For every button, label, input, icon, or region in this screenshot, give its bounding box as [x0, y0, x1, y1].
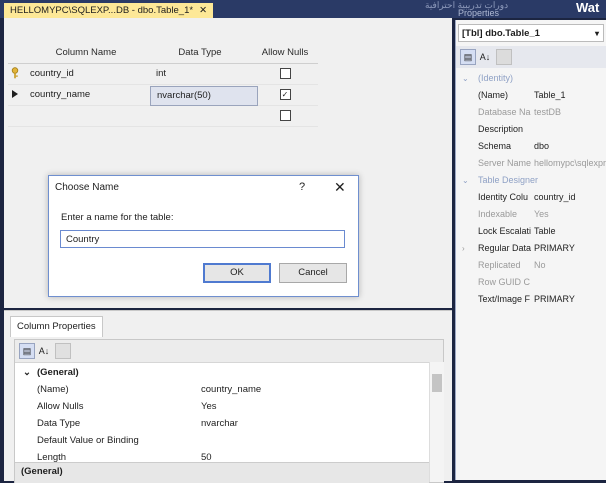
property-row[interactable]: Lock Escalati Table: [456, 223, 606, 240]
property-pages-icon[interactable]: [55, 343, 71, 359]
collapse-chevron-icon[interactable]: ⌄: [462, 70, 469, 87]
column-name-cell[interactable]: [24, 106, 154, 126]
dropdown-arrow-icon[interactable]: ▾: [595, 25, 599, 43]
current-row-arrow-icon: [8, 85, 22, 105]
document-tab-label: HELLOMYPC\SQLEXP...DB - dbo.Table_1*: [10, 5, 194, 16]
collapse-chevron-icon[interactable]: ⌄: [462, 172, 469, 189]
allow-nulls-cell[interactable]: [252, 64, 318, 84]
property-row[interactable]: Data Type nvarchar: [15, 415, 429, 432]
primary-key-icon: [8, 64, 22, 84]
sort-alphabetical-icon[interactable]: A↓: [36, 343, 52, 359]
data-type-cell[interactable]: nvarchar(50): [150, 86, 258, 106]
expand-chevron-icon[interactable]: ›: [462, 240, 465, 257]
allow-nulls-checkbox[interactable]: ✓: [279, 88, 291, 100]
properties-toolbar: ▤ A↓: [15, 340, 443, 363]
cancel-button[interactable]: Cancel: [279, 263, 347, 283]
table-name-label: Enter a name for the table:: [61, 212, 174, 223]
categorized-icon[interactable]: ▤: [460, 49, 476, 65]
table-name-input[interactable]: Country: [60, 230, 345, 248]
header-allow-nulls[interactable]: Allow Nulls: [252, 43, 318, 63]
dialog-title: Choose Name: [55, 182, 119, 193]
property-row[interactable]: Database Na testDB: [456, 104, 606, 121]
properties-tab[interactable]: Properties: [458, 8, 499, 18]
close-icon[interactable]: ✕: [334, 179, 346, 196]
property-row[interactable]: › Regular Data PRIMARY: [456, 240, 606, 257]
table-row[interactable]: country_id int: [8, 64, 318, 85]
choose-name-dialog: Choose Name ? ✕ Enter a name for the tab…: [48, 175, 359, 297]
property-pages-icon[interactable]: [496, 49, 512, 65]
table-row[interactable]: [8, 106, 318, 127]
help-icon[interactable]: ?: [299, 181, 305, 193]
header-data-type[interactable]: Data Type: [150, 43, 250, 63]
object-selector[interactable]: [Tbl] dbo.Table_1 ▾: [458, 24, 604, 42]
property-row[interactable]: (Name) Table_1: [456, 87, 606, 104]
property-row[interactable]: Server Name hellomypc\sqlexpr: [456, 155, 606, 172]
property-row[interactable]: Replicated No: [456, 257, 606, 274]
header-column-name[interactable]: Column Name: [24, 43, 148, 63]
property-row[interactable]: Row GUID C: [456, 274, 606, 291]
property-row[interactable]: Description: [456, 121, 606, 138]
data-type-cell[interactable]: int: [150, 64, 256, 84]
property-row[interactable]: Text/Image F PRIMARY: [456, 291, 606, 308]
properties-panel-toolbar: ▤ A↓: [456, 46, 606, 68]
allow-nulls-cell[interactable]: [252, 106, 318, 126]
column-properties-grid: ▤ A↓ ⌄ (General) (Name) country_name Allo…: [14, 339, 444, 483]
data-type-cell[interactable]: [150, 106, 256, 126]
collapse-chevron-icon[interactable]: ⌄: [23, 364, 31, 381]
column-properties-tab[interactable]: Column Properties: [10, 316, 103, 337]
sort-alphabetical-icon[interactable]: A↓: [477, 49, 493, 65]
table-row[interactable]: country_name nvarchar(50) ✓: [8, 85, 318, 106]
properties-panel: [Tbl] dbo.Table_1 ▾ ▤ A↓ ⌄ (Identity) (Na…: [455, 20, 606, 480]
allow-nulls-checkbox[interactable]: [279, 67, 291, 79]
property-section-identity[interactable]: ⌄ (Identity): [456, 70, 606, 87]
property-row[interactable]: Allow Nulls Yes: [15, 398, 429, 415]
overlay-word: Wat: [576, 0, 600, 15]
property-row[interactable]: Indexable Yes: [456, 206, 606, 223]
property-section-general[interactable]: ⌄ (General): [15, 364, 429, 381]
column-name-cell[interactable]: country_name: [24, 85, 154, 105]
scrollbar-thumb[interactable]: [432, 374, 442, 392]
column-properties-panel: Column Properties ▤ A↓ ⌄ (General) (Name…: [4, 310, 452, 483]
ok-button[interactable]: OK: [203, 263, 271, 283]
allow-nulls-checkbox[interactable]: [279, 109, 291, 121]
vertical-scrollbar[interactable]: [429, 362, 444, 482]
property-row[interactable]: Default Value or Binding: [15, 432, 429, 449]
property-section-table-designer[interactable]: ⌄ Table Designer: [456, 172, 606, 189]
grid-header: Column Name Data Type Allow Nulls: [8, 43, 318, 64]
close-tab-icon[interactable]: ✕: [199, 5, 207, 16]
property-row[interactable]: Schema dbo: [456, 138, 606, 155]
categorized-icon[interactable]: ▤: [19, 343, 35, 359]
property-row[interactable]: Identity Colu country_id: [456, 189, 606, 206]
column-name-cell[interactable]: country_id: [24, 64, 154, 84]
property-row[interactable]: (Name) country_name: [15, 381, 429, 398]
allow-nulls-cell[interactable]: ✓: [252, 85, 318, 105]
document-tab[interactable]: HELLOMYPC\SQLEXP...DB - dbo.Table_1* ✕: [4, 3, 214, 18]
